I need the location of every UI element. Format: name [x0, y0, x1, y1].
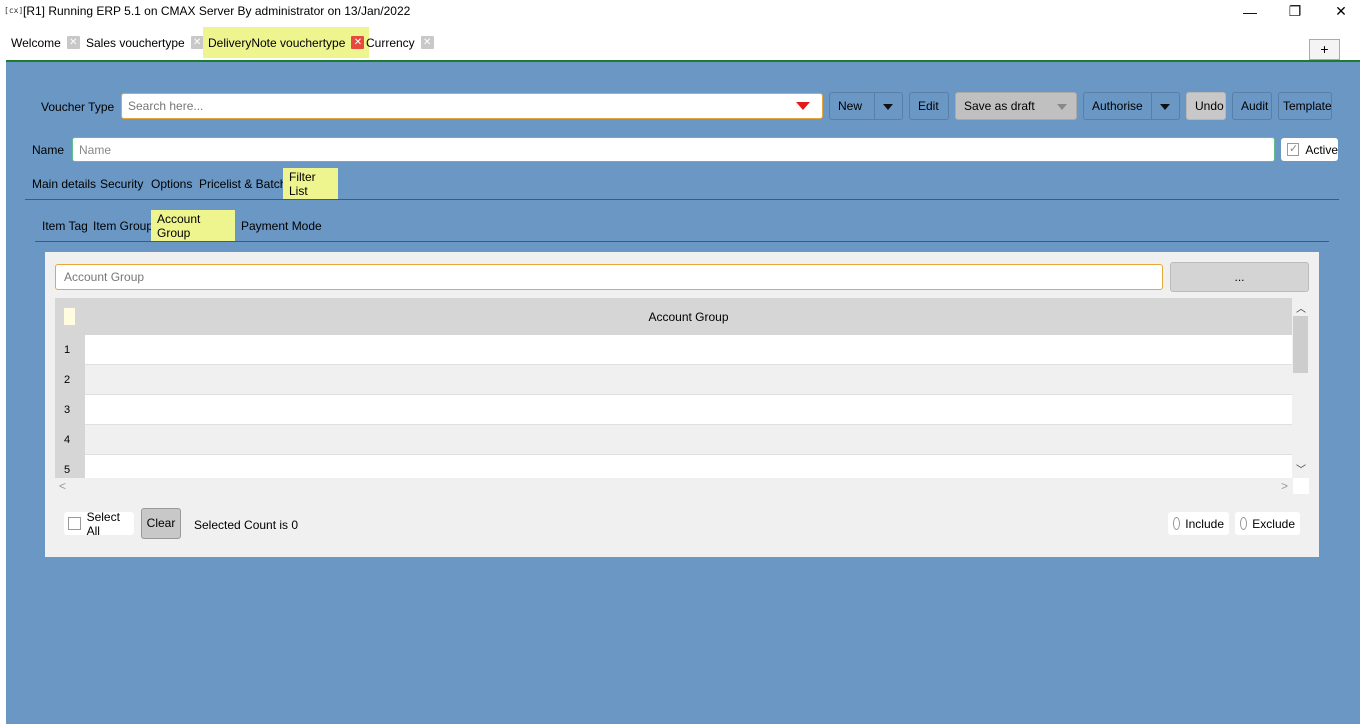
tab-label: Currency — [366, 35, 415, 50]
tab-label: Welcome — [11, 35, 61, 50]
tab-pricelist-batch[interactable]: Pricelist & Batch — [193, 168, 292, 199]
title-bar: [cx] [R1] Running ERP 5.1 on CMAX Server… — [0, 0, 1366, 23]
select-all-rows-cell[interactable] — [64, 308, 75, 325]
tab-security[interactable]: Security — [94, 168, 149, 199]
audit-button[interactable]: Audit — [1232, 92, 1272, 120]
chevron-down-icon[interactable] — [1057, 104, 1067, 110]
voucher-type-label: Voucher Type — [41, 100, 115, 114]
divider — [25, 199, 1339, 200]
tab-deliverynote-vouchertype[interactable]: DeliveryNote vouchertype ✕ — [203, 27, 370, 58]
checkbox-icon[interactable] — [1287, 142, 1300, 156]
tab-currency[interactable]: Currency ✕ — [361, 31, 439, 54]
document-tab-bar: Welcome ✕ Sales vouchertype ✕ DeliveryNo… — [0, 23, 1366, 61]
column-header-account-group[interactable]: Account Group — [85, 310, 1292, 324]
select-all-label: Select All — [86, 509, 120, 538]
tab-welcome[interactable]: Welcome ✕ — [6, 31, 85, 54]
include-label: Include — [1185, 516, 1224, 531]
exclude-radio[interactable]: Exclude — [1235, 512, 1300, 535]
grid-header: Account Group — [55, 298, 1292, 335]
selected-count-text: Selected Count is 0 — [194, 518, 299, 532]
authorise-button[interactable]: Authorise — [1083, 92, 1180, 120]
row-number: 2 — [55, 365, 85, 395]
close-icon[interactable]: ✕ — [420, 36, 434, 49]
radio-icon[interactable] — [1240, 517, 1248, 530]
voucher-type-search-input[interactable]: Search here... — [121, 93, 823, 119]
scroll-down-icon[interactable]: ﹀ — [1296, 461, 1306, 476]
table-row[interactable]: 1 — [55, 335, 1292, 365]
save-draft-label: Save as draft — [964, 99, 1035, 113]
table-row[interactable]: 5 — [55, 455, 1292, 478]
name-field[interactable]: Name — [72, 137, 1275, 162]
tab-main-details[interactable]: Main details — [26, 168, 102, 199]
browse-button[interactable]: ... — [1170, 262, 1309, 292]
tab-filter-list[interactable]: Filter List — [283, 168, 338, 199]
filter-panel: Account Group ... Account Group 1 2 3 4 … — [45, 252, 1319, 557]
table-row[interactable]: 2 — [55, 365, 1292, 395]
dropdown-arrow-icon[interactable] — [796, 102, 810, 110]
select-all-checkbox[interactable]: Select All — [64, 509, 134, 538]
vertical-scrollbar[interactable]: ︿ ﹀ — [1293, 298, 1309, 478]
search-placeholder: Search here... — [128, 99, 204, 113]
main-content: Voucher Type Search here... New Edit Sav… — [6, 60, 1360, 724]
clear-button[interactable]: Clear — [141, 508, 181, 539]
table-row[interactable]: 4 — [55, 425, 1292, 455]
tab-item-tag[interactable]: Item Tag — [36, 210, 94, 241]
tab-item-group[interactable]: Item Group — [87, 210, 159, 241]
row-number: 5 — [55, 455, 85, 478]
name-label: Name — [32, 143, 65, 157]
checkbox-icon[interactable] — [68, 517, 81, 530]
scroll-up-icon[interactable]: ︿ — [1296, 300, 1306, 315]
template-button[interactable]: Template — [1278, 92, 1332, 120]
radio-icon[interactable] — [1173, 517, 1181, 530]
undo-button[interactable]: Undo — [1186, 92, 1226, 120]
tab-label: Sales vouchertype — [86, 35, 185, 50]
chevron-down-icon[interactable] — [1160, 104, 1170, 110]
button-separator — [1151, 93, 1152, 119]
authorise-label: Authorise — [1092, 99, 1143, 113]
app-icon: [cx] — [4, 6, 24, 15]
include-radio[interactable]: Include — [1168, 512, 1229, 535]
chevron-down-icon[interactable] — [883, 104, 893, 110]
divider — [35, 241, 1329, 242]
tab-sales-vouchertype[interactable]: Sales vouchertype ✕ — [81, 31, 209, 54]
new-button[interactable]: New — [829, 92, 903, 120]
scroll-corner — [1293, 478, 1309, 494]
account-group-input[interactable]: Account Group — [55, 264, 1163, 290]
button-separator — [874, 93, 875, 119]
tab-account-group[interactable]: Account Group — [151, 210, 235, 241]
row-number: 4 — [55, 425, 85, 455]
tab-label: DeliveryNote vouchertype — [208, 35, 346, 50]
close-window-button[interactable]: ✕ — [1318, 0, 1364, 23]
tab-payment-mode[interactable]: Payment Mode — [235, 210, 328, 241]
minimize-button[interactable]: — — [1227, 0, 1273, 23]
tab-options[interactable]: Options — [145, 168, 198, 199]
active-label: Active — [1305, 142, 1338, 157]
window-title: [R1] Running ERP 5.1 on CMAX Server By a… — [23, 4, 411, 18]
active-checkbox[interactable]: Active — [1281, 138, 1338, 161]
row-number: 3 — [55, 395, 85, 425]
edit-button[interactable]: Edit — [909, 92, 949, 120]
table-row[interactable]: 3 — [55, 395, 1292, 425]
close-icon[interactable]: ✕ — [66, 36, 80, 49]
row-number: 1 — [55, 335, 85, 365]
scroll-thumb[interactable] — [1293, 316, 1308, 373]
account-group-grid: Account Group 1 2 3 4 5 — [55, 298, 1292, 478]
add-tab-button[interactable]: + — [1309, 39, 1340, 60]
name-placeholder: Name — [79, 142, 112, 157]
save-as-draft-button[interactable]: Save as draft — [955, 92, 1077, 120]
new-label: New — [838, 99, 863, 113]
scroll-left-icon[interactable]: < — [59, 479, 66, 493]
scroll-right-icon[interactable]: > — [1281, 479, 1288, 493]
close-icon[interactable]: ✕ — [190, 36, 204, 49]
exclude-label: Exclude — [1252, 516, 1295, 531]
horizontal-scrollbar[interactable]: < > — [55, 478, 1292, 494]
maximize-button[interactable]: ❐ — [1272, 0, 1318, 23]
account-group-placeholder: Account Group — [64, 270, 145, 284]
